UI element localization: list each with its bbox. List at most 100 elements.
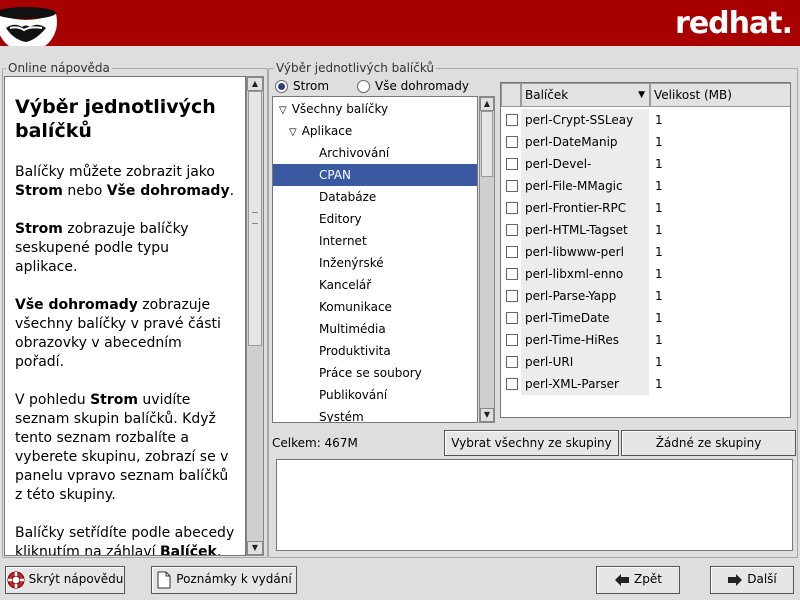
package-name: perl-Crypt-SSLeay xyxy=(521,109,649,131)
tree-item[interactable]: Internet xyxy=(273,230,477,252)
tree-item[interactable]: Publikování xyxy=(273,384,477,406)
package-name: perl-Time-HiRes xyxy=(521,329,649,351)
package-column-header[interactable]: Balíček ▼ xyxy=(521,83,650,107)
select-none-group-button[interactable]: Žádné ze skupiny xyxy=(621,430,796,456)
package-row[interactable]: perl-Frontier-RPC 1 xyxy=(501,197,790,219)
hide-help-button[interactable]: Skrýt nápovědu xyxy=(5,566,125,594)
package-size: 1 xyxy=(655,179,663,193)
help-paragraphs: Balíčky můžete zobrazit jako Strom nebo … xyxy=(15,163,235,555)
package-size: 1 xyxy=(655,223,663,237)
package-group-tree[interactable]: ▽ Všechny balíčky ▽ Aplikace Archivování CPAN… xyxy=(272,96,478,423)
document-icon xyxy=(157,571,171,588)
package-size: 1 xyxy=(655,355,663,369)
package-checkbox[interactable] xyxy=(506,224,518,236)
help-paragraph: Vše dohromady zobrazuje všechny balíčky … xyxy=(15,296,235,372)
package-row[interactable]: perl-Devel-Symdump 1 xyxy=(501,153,790,193)
package-row[interactable]: perl-HTML-Tagset 1 xyxy=(501,219,790,241)
arrow-left-icon xyxy=(615,573,630,586)
radio-unchecked-icon[interactable] xyxy=(357,79,370,93)
tree-item[interactable]: Produktivita xyxy=(273,340,477,362)
package-row[interactable]: perl-File-MMagic 1 xyxy=(501,175,790,197)
release-notes-button[interactable]: Poznámky k vydání xyxy=(151,566,297,594)
scroll-up-arrow-icon[interactable]: ▲ xyxy=(480,97,494,111)
help-bold-term: Strom xyxy=(90,392,138,408)
help-scrollbar[interactable]: ▲ ▼ xyxy=(246,76,264,556)
package-size: 1 xyxy=(655,377,663,391)
tree-item[interactable]: Systém xyxy=(273,406,477,422)
tree-item-label: Editory xyxy=(319,212,362,226)
view-flat-radio[interactable]: Vše dohromady xyxy=(357,79,469,93)
package-checkbox[interactable] xyxy=(506,202,518,214)
back-button[interactable]: Zpět xyxy=(596,566,680,594)
package-checkbox[interactable] xyxy=(506,356,518,368)
package-name: perl-Parse-Yapp xyxy=(521,285,649,307)
tree-item[interactable]: Inženýrské xyxy=(273,252,477,274)
size-column-header[interactable]: Velikost (MB) xyxy=(650,83,790,107)
help-text: nebo xyxy=(62,183,107,199)
help-text-area: Výběr jednotlivých balíčků Balíčky můžet… xyxy=(4,76,246,556)
package-row[interactable]: perl-libxml-enno 1 xyxy=(501,263,790,285)
package-checkbox[interactable] xyxy=(506,378,518,390)
tree-item[interactable]: Komunikace xyxy=(273,296,477,318)
tree-item-label: Databáze xyxy=(319,190,377,204)
tree-scrollbar[interactable]: ▲ ▼ xyxy=(479,96,495,423)
back-label: Zpět xyxy=(634,572,662,586)
checkbox-column-header[interactable] xyxy=(501,83,521,107)
package-name: perl-Devel-Symdump xyxy=(521,153,649,193)
package-size: 1 xyxy=(655,201,663,215)
package-checkbox[interactable] xyxy=(506,158,518,170)
package-size: 1 xyxy=(655,245,663,259)
next-button[interactable]: Další xyxy=(710,566,794,594)
tree-item[interactable]: Editory xyxy=(273,208,477,230)
select-all-group-button[interactable]: Vybrat všechny ze skupiny xyxy=(444,430,619,456)
package-row[interactable]: perl-DateManip 1 xyxy=(501,131,790,153)
package-name: perl-libxml-enno xyxy=(521,263,649,285)
package-row[interactable]: perl-XML-Parser 1 xyxy=(501,373,790,395)
package-row[interactable]: perl-Crypt-SSLeay 1 xyxy=(501,109,790,131)
package-checkbox[interactable] xyxy=(506,334,518,346)
tree-item-label: Práce se soubory xyxy=(319,366,422,380)
help-heading: Výběr jednotlivých balíčků xyxy=(15,96,216,142)
arrow-right-icon xyxy=(728,573,743,586)
package-row[interactable]: perl-TimeDate 1 xyxy=(501,307,790,329)
package-size: 1 xyxy=(655,311,663,325)
tree-item-label: Publikování xyxy=(319,388,388,402)
package-checkbox[interactable] xyxy=(506,246,518,258)
help-bold-term: Strom xyxy=(15,221,63,237)
radio-checked-icon[interactable] xyxy=(275,79,288,93)
package-checkbox[interactable] xyxy=(506,290,518,302)
package-row[interactable]: perl-Time-HiRes 1 xyxy=(501,329,790,351)
package-size: 1 xyxy=(655,267,663,281)
package-row[interactable]: perl-libwww-perl 1 xyxy=(501,241,790,263)
help-paragraph: Balíčky setřídíte podle abecedy kliknutí… xyxy=(15,524,235,555)
next-label: Další xyxy=(747,572,777,586)
tree-scroll-thumb[interactable] xyxy=(481,111,493,177)
tree-item[interactable]: Kancelář xyxy=(273,274,477,296)
package-checkbox[interactable] xyxy=(506,180,518,192)
tree-item[interactable]: Databáze xyxy=(273,186,477,208)
help-scroll-thumb[interactable] xyxy=(248,91,262,346)
package-checkbox[interactable] xyxy=(506,114,518,126)
tree-item[interactable]: ▽ Všechny balíčky xyxy=(273,98,477,120)
scroll-down-arrow-icon[interactable]: ▼ xyxy=(247,541,263,555)
tree-item[interactable]: CPAN xyxy=(273,164,477,186)
help-paragraph: Balíčky můžete zobrazit jako Strom nebo … xyxy=(15,163,235,201)
package-row[interactable]: perl-Parse-Yapp 1 xyxy=(501,285,790,307)
tree-item-label: Inženýrské xyxy=(319,256,384,270)
expander-open-icon[interactable]: ▽ xyxy=(289,127,297,138)
scroll-up-arrow-icon[interactable]: ▲ xyxy=(247,77,263,91)
view-tree-radio[interactable]: Strom xyxy=(275,79,329,93)
package-checkbox[interactable] xyxy=(506,268,518,280)
package-checkbox[interactable] xyxy=(506,312,518,324)
tree-item[interactable]: ▽ Aplikace xyxy=(273,120,477,142)
tree-item[interactable]: Multimédia xyxy=(273,318,477,340)
package-checkbox[interactable] xyxy=(506,136,518,148)
package-list[interactable]: Balíček ▼ Velikost (MB) perl-Crypt-SSLea… xyxy=(500,82,791,418)
help-bold-term: Vše dohromady xyxy=(15,297,138,313)
tree-item[interactable]: Archivování xyxy=(273,142,477,164)
package-name: perl-DateManip xyxy=(521,131,649,153)
tree-item[interactable]: Práce se soubory xyxy=(273,362,477,384)
scroll-down-arrow-icon[interactable]: ▼ xyxy=(480,408,494,422)
package-row[interactable]: perl-URI 1 xyxy=(501,351,790,373)
expander-open-icon[interactable]: ▽ xyxy=(279,105,287,116)
